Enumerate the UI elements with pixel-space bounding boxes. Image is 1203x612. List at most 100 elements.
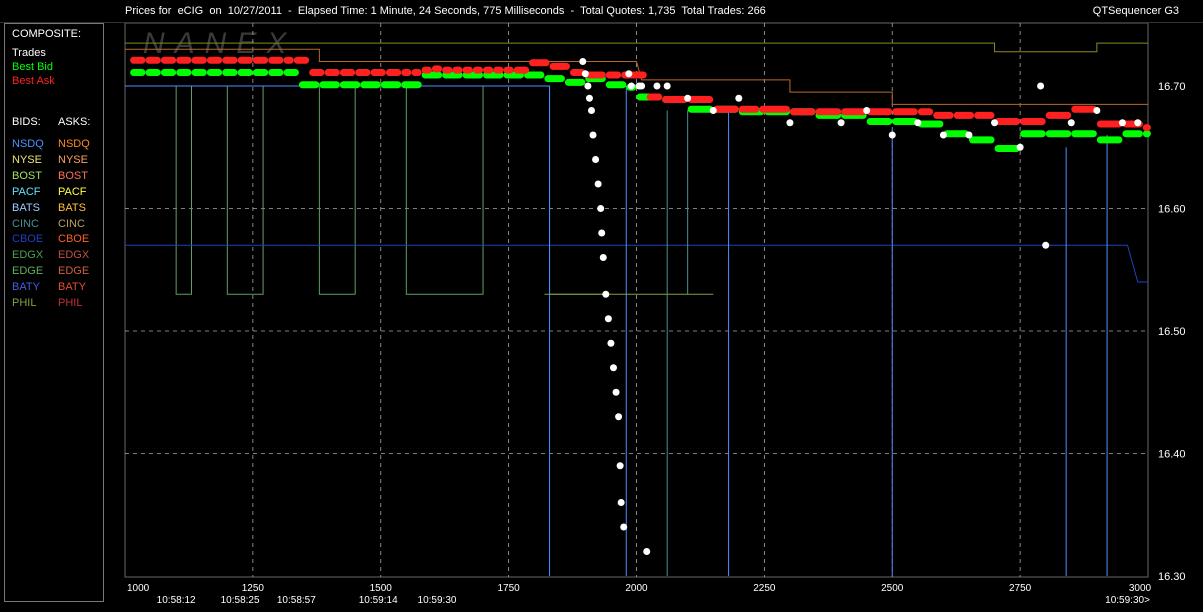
best-ask-point xyxy=(385,69,402,77)
legend-bid-nyse: NYSE xyxy=(12,153,42,166)
trade-point xyxy=(612,388,620,396)
x-time-label: 10:59:30 xyxy=(418,595,457,606)
trade-point xyxy=(604,315,612,323)
legend-ask-edgx: EDGX xyxy=(58,249,90,262)
chart-area: NANEX 16.70 16.60 16.50 16.40 16.30 1000 1250 15… xyxy=(108,22,1203,607)
x-tick-label: 2000 xyxy=(625,583,648,594)
best-ask-point xyxy=(974,111,995,119)
best-ask-point xyxy=(892,108,918,116)
best-bid-point xyxy=(1096,136,1123,144)
trade-point xyxy=(592,156,600,163)
best-ask-point xyxy=(759,105,790,113)
best-bid-point xyxy=(968,136,995,144)
best-ask-point xyxy=(472,66,484,74)
trade-point xyxy=(1093,107,1101,114)
legend-ask-baty: BATY xyxy=(58,281,86,294)
title-bar: Prices for eCIG on 10/27/2011 - Elapsed … xyxy=(0,0,1203,23)
legend-ask-cinc: CINC xyxy=(58,217,85,230)
legend-bid-bost: BOST xyxy=(12,169,42,182)
best-bid-point xyxy=(380,81,402,89)
trade-point xyxy=(602,290,610,298)
best-bid-point xyxy=(206,69,223,77)
best-ask-point xyxy=(621,71,647,79)
y-tick-label: 16.30 xyxy=(1158,571,1186,583)
best-bid-point xyxy=(237,69,253,77)
legend-bid-bats: BATS xyxy=(12,201,40,214)
best-bid-point xyxy=(892,118,918,126)
trade-point xyxy=(587,107,595,114)
best-bid-point xyxy=(176,69,192,77)
best-ask-point xyxy=(462,66,473,74)
y-tick-label: 16.60 xyxy=(1158,204,1186,216)
x-tick-label: 2500 xyxy=(881,583,904,594)
best-ask-point xyxy=(339,69,356,77)
best-ask-point xyxy=(309,69,325,77)
trade-point xyxy=(638,82,646,90)
trade-point xyxy=(597,205,605,212)
y-tick-label: 16.40 xyxy=(1158,449,1186,461)
edge-bid-line xyxy=(125,85,606,295)
best-bid-point xyxy=(191,69,207,77)
best-bid-point xyxy=(1122,130,1143,138)
legend-ask-edge: EDGE xyxy=(58,265,90,278)
best-bid-point xyxy=(1142,130,1151,138)
best-ask-point xyxy=(841,108,867,116)
best-ask-point xyxy=(401,69,412,77)
best-bid-point xyxy=(564,78,586,86)
best-ask-point xyxy=(866,108,893,116)
best-ask-point xyxy=(145,56,161,64)
trade-point xyxy=(1016,143,1024,151)
trade-point xyxy=(991,119,999,127)
best-ask-point xyxy=(513,66,530,74)
best-ask-point xyxy=(815,108,842,116)
trade-point xyxy=(599,254,607,261)
legend-ask-bost: BOST xyxy=(58,169,88,182)
trade-point xyxy=(584,82,592,90)
best-ask-point xyxy=(953,111,975,119)
best-bid-point xyxy=(687,105,714,113)
best-bid-point xyxy=(605,81,627,89)
legend-asks-title: ASKS: xyxy=(58,116,91,128)
trade-point xyxy=(1067,119,1075,127)
legend-trades: Trades xyxy=(12,47,46,59)
trade-point xyxy=(1134,119,1142,127)
trade-point xyxy=(585,94,593,102)
legend-bid-phil: PHIL xyxy=(12,297,37,309)
x-tick-label: 2250 xyxy=(753,583,776,594)
trade-point xyxy=(914,119,922,127)
legend-bids-title: BIDS: xyxy=(12,116,41,128)
best-bid-point xyxy=(1045,130,1072,138)
trade-point xyxy=(589,131,597,139)
best-ask-point xyxy=(738,105,760,113)
trade-point xyxy=(653,82,661,90)
y-tick-label: 16.70 xyxy=(1158,81,1186,93)
best-bid-point xyxy=(252,69,269,77)
trade-point xyxy=(607,339,615,347)
legend-composite-title: COMPOSITE: xyxy=(12,28,82,40)
x-tick-label: 1750 xyxy=(498,583,521,594)
trade-point xyxy=(1118,119,1126,127)
legend-ask-nsdq: NSDQ xyxy=(58,138,90,150)
best-ask-point xyxy=(646,93,663,101)
best-bid-point xyxy=(339,81,361,89)
best-ask-point xyxy=(493,66,504,74)
trade-point xyxy=(863,107,871,114)
best-ask-point xyxy=(176,56,192,64)
best-ask-point xyxy=(687,95,714,103)
legend-panel: COMPOSITE: Trades Best Bid Best Ask BIDS… xyxy=(4,23,104,602)
legend-best-ask: Best Ask xyxy=(12,75,55,87)
price-chart: NANEX16.7016.6016.5016.4016.301000 1250 15… xyxy=(124,22,1186,606)
trade-point xyxy=(888,131,896,139)
y-tick-label: 16.50 xyxy=(1158,326,1186,338)
trade-point xyxy=(684,94,692,102)
legend-best-bid: Best Bid xyxy=(12,61,53,73)
trade-point xyxy=(581,70,589,78)
trade-point xyxy=(615,413,623,421)
best-bid-point xyxy=(319,81,340,89)
trade-point xyxy=(939,131,947,139)
best-ask-point xyxy=(789,108,816,116)
best-ask-point xyxy=(1096,120,1123,128)
trade-point xyxy=(837,119,845,127)
best-ask-point xyxy=(421,66,432,74)
best-bid-point xyxy=(401,81,422,89)
